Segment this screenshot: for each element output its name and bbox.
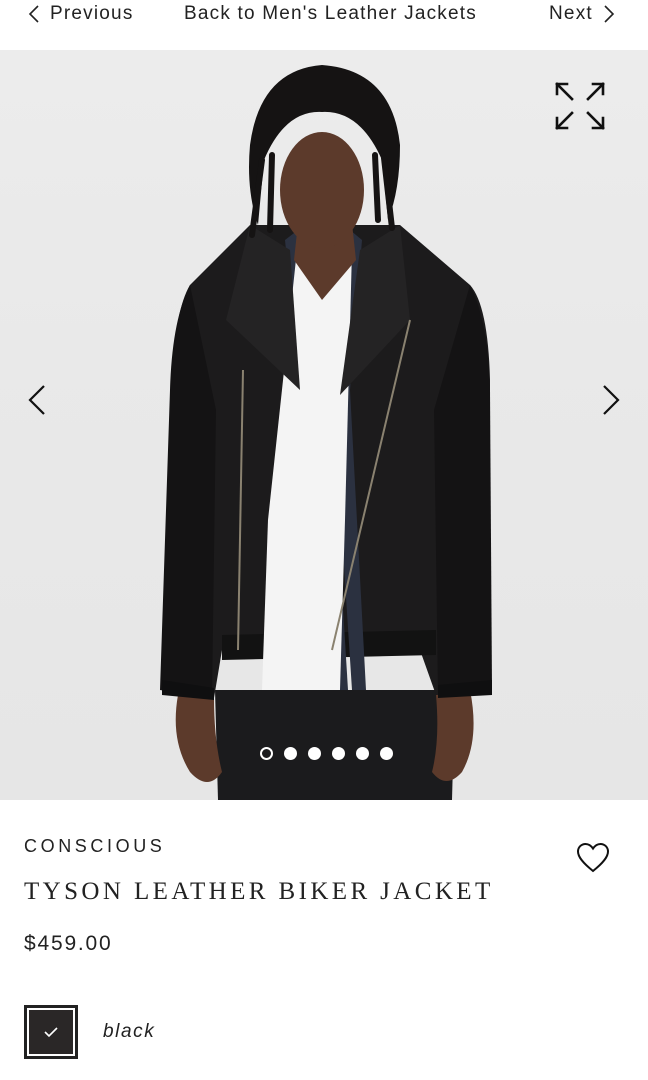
chevron-right-icon (599, 4, 617, 24)
chevron-left-icon (26, 4, 44, 24)
product-price: $459.00 (24, 932, 113, 955)
gallery-dot-4[interactable] (332, 747, 345, 760)
next-product-link[interactable]: Next (549, 0, 617, 28)
back-to-category-link[interactable]: Back to Men's Leather Jackets (184, 0, 477, 28)
expand-image-button[interactable] (550, 76, 610, 136)
previous-product-link[interactable]: Previous (26, 0, 134, 28)
chevron-left-icon (18, 380, 58, 420)
expand-arrows-icon (550, 76, 610, 136)
color-swatch-black[interactable] (24, 1005, 78, 1059)
gallery-dot-6[interactable] (380, 747, 393, 760)
previous-image-button[interactable] (18, 380, 58, 420)
gallery-dot-3[interactable] (308, 747, 321, 760)
selected-color-name: black (103, 1021, 156, 1042)
previous-label: Previous (50, 3, 134, 24)
product-title: TYSON LEATHER BIKER JACKET (24, 878, 494, 905)
color-selector: black (24, 1004, 155, 1060)
add-to-wishlist-button[interactable] (575, 840, 611, 876)
product-navigation-bar: Previous Back to Men's Leather Jackets N… (0, 0, 648, 50)
heart-icon (575, 840, 611, 876)
checkmark-icon (43, 1025, 59, 1039)
swatch-fill (29, 1010, 73, 1054)
next-image-button[interactable] (590, 380, 630, 420)
next-label: Next (549, 3, 593, 24)
gallery-dot-1[interactable] (260, 747, 273, 760)
gallery-pagination-dots (260, 747, 393, 760)
back-label: Back to Men's Leather Jackets (184, 3, 477, 24)
product-photo (0, 50, 648, 800)
gallery-dot-5[interactable] (356, 747, 369, 760)
product-image-gallery[interactable] (0, 50, 648, 800)
chevron-right-icon (590, 380, 630, 420)
collection-label: CONSCIOUS (24, 836, 166, 856)
gallery-dot-2[interactable] (284, 747, 297, 760)
